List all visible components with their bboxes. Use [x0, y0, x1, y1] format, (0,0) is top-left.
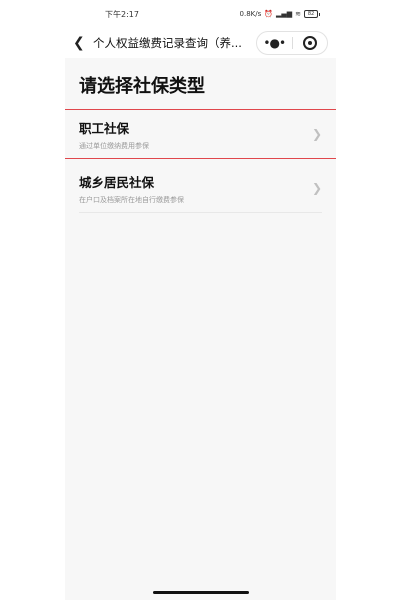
- nav-bar: ❮ 个人权益缴费记录查询（养... •●•: [65, 28, 336, 58]
- insurance-type-list: 职工社保 通过单位缴纳费用参保 ❯ 城乡居民社保 在户口及档案所在地自行缴费参保…: [65, 98, 336, 213]
- item-text: 职工社保 通过单位缴纳费用参保: [79, 118, 149, 151]
- chevron-right-icon: ❯: [311, 127, 322, 141]
- more-dots-icon[interactable]: •●•: [257, 36, 292, 50]
- status-time: 下午2:17: [105, 9, 139, 19]
- back-arrow-icon[interactable]: ❮: [73, 36, 89, 50]
- target-close-icon[interactable]: [293, 36, 328, 50]
- item-subtitle: 在户口及档案所在地自行缴费参保: [79, 195, 184, 204]
- phone-screen: 下午2:17 0.8K/s ⏰ ▂▄▆ ≋ 82 ❮ 个人权益缴费记录查询（养.…: [65, 0, 336, 600]
- list-item-resident-insurance[interactable]: 城乡居民社保 在户口及档案所在地自行缴费参保 ❯: [65, 164, 336, 212]
- wifi-icon: ≋: [295, 10, 301, 18]
- list-divider: [79, 212, 322, 213]
- chevron-right-icon: ❯: [311, 181, 322, 195]
- network-speed: 0.8K/s: [239, 10, 262, 18]
- nav-title: 个人权益缴费记录查询（养...: [93, 36, 242, 50]
- page-title: 请选择社保类型: [79, 76, 205, 97]
- status-icons: 0.8K/s ⏰ ▂▄▆ ≋ 82: [239, 10, 320, 18]
- alarm-icon: ⏰: [264, 10, 273, 18]
- home-indicator[interactable]: [153, 591, 249, 594]
- signal-icon: ▂▄▆: [275, 10, 293, 18]
- list-item-employee-insurance[interactable]: 职工社保 通过单位缴纳费用参保 ❯: [65, 109, 336, 159]
- status-bar: 下午2:17 0.8K/s ⏰ ▂▄▆ ≋ 82: [65, 0, 336, 28]
- item-title: 职工社保: [79, 120, 130, 136]
- item-title: 城乡居民社保: [79, 174, 155, 190]
- item-subtitle: 通过单位缴纳费用参保: [79, 141, 149, 150]
- battery-icon: 82: [304, 10, 320, 18]
- main-content: 请选择社保类型 职工社保 通过单位缴纳费用参保 ❯ 城乡居民社保 在户口及档案所…: [65, 58, 336, 600]
- mini-program-capsule: •●•: [256, 31, 328, 55]
- item-text: 城乡居民社保 在户口及档案所在地自行缴费参保: [79, 172, 184, 205]
